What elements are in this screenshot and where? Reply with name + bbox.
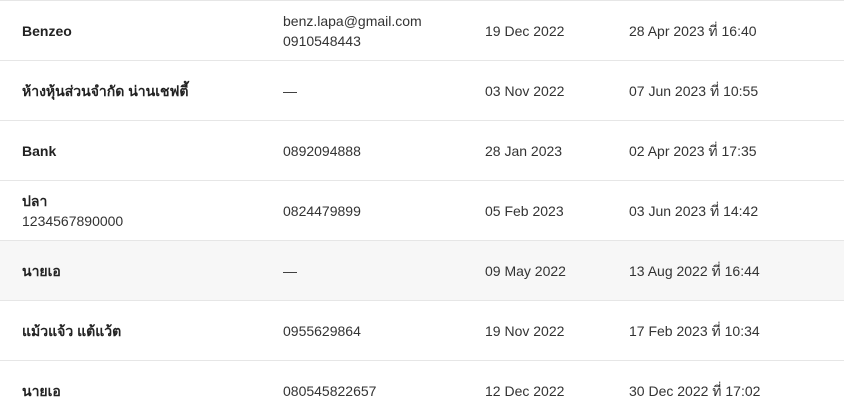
last-activity-cell: 17 Feb 2023 ที่ 10:34	[629, 301, 829, 360]
table-row[interactable]: Benzeo benz.lapa@gmail.com 0910548443 19…	[0, 1, 844, 61]
customer-name: ห้างหุ้นส่วนจำกัด น่านเชฟตี้	[22, 82, 189, 99]
name-cell: Benzeo	[22, 1, 272, 60]
contact-value: —	[283, 262, 297, 279]
name-cell: แม้วแจ้ว แต้แว้ต	[22, 301, 272, 360]
last-activity-cell: 07 Jun 2023 ที่ 10:55	[629, 61, 829, 120]
created-date: 19 Nov 2022	[485, 322, 565, 339]
created-date: 05 Feb 2023	[485, 202, 564, 219]
contact-cell: benz.lapa@gmail.com 0910548443	[283, 1, 473, 60]
customer-name: Benzeo	[22, 22, 72, 39]
created-date-cell: 09 May 2022	[485, 241, 615, 300]
last-activity-cell: 03 Jun 2023 ที่ 14:42	[629, 181, 829, 240]
contact-phone: 0955629864	[283, 322, 361, 339]
name-cell: นายเอ	[22, 361, 272, 420]
name-cell: ปลา 1234567890000	[22, 181, 272, 240]
contact-cell: —	[283, 61, 473, 120]
contact-phone: 080545822657	[283, 382, 377, 399]
last-activity: 03 Jun 2023 ที่ 14:42	[629, 202, 759, 219]
customer-name: แม้วแจ้ว แต้แว้ต	[22, 322, 122, 339]
contact-phone: 0910548443	[283, 32, 361, 49]
last-activity: 30 Dec 2022 ที่ 17:02	[629, 382, 761, 399]
created-date: 03 Nov 2022	[485, 82, 565, 99]
last-activity-cell: 28 Apr 2023 ที่ 16:40	[629, 1, 829, 60]
table-row[interactable]: ปลา 1234567890000 0824479899 05 Feb 2023…	[0, 181, 844, 241]
table-row[interactable]: Bank 0892094888 28 Jan 2023 02 Apr 2023 …	[0, 121, 844, 181]
created-date-cell: 19 Dec 2022	[485, 1, 615, 60]
contact-cell: 080545822657	[283, 361, 473, 420]
contact-cell: —	[283, 241, 473, 300]
contact-cell: 0892094888	[283, 121, 473, 180]
contact-value: —	[283, 82, 297, 99]
created-date-cell: 19 Nov 2022	[485, 301, 615, 360]
table-row[interactable]: แม้วแจ้ว แต้แว้ต 0955629864 19 Nov 2022 …	[0, 301, 844, 361]
last-activity-cell: 02 Apr 2023 ที่ 17:35	[629, 121, 829, 180]
last-activity: 28 Apr 2023 ที่ 16:40	[629, 22, 757, 39]
created-date: 28 Jan 2023	[485, 142, 563, 159]
customer-name: นายเอ	[22, 262, 61, 279]
customer-table: Benzeo benz.lapa@gmail.com 0910548443 19…	[0, 0, 844, 420]
contact-cell: 0824479899	[283, 181, 473, 240]
created-date-cell: 28 Jan 2023	[485, 121, 615, 180]
contact-email: benz.lapa@gmail.com	[283, 12, 422, 29]
name-cell: Bank	[22, 121, 272, 180]
name-cell: ห้างหุ้นส่วนจำกัด น่านเชฟตี้	[22, 61, 272, 120]
created-date: 12 Dec 2022	[485, 382, 565, 399]
last-activity: 17 Feb 2023 ที่ 10:34	[629, 322, 760, 339]
created-date-cell: 12 Dec 2022	[485, 361, 615, 420]
contact-phone: 0892094888	[283, 142, 361, 159]
table-row-hovered[interactable]: นายเอ — 09 May 2022 13 Aug 2022 ที่ 16:4…	[0, 241, 844, 301]
contact-phone: 0824479899	[283, 202, 361, 219]
table-row[interactable]: ห้างหุ้นส่วนจำกัด น่านเชฟตี้ — 03 Nov 20…	[0, 61, 844, 121]
created-date-cell: 05 Feb 2023	[485, 181, 615, 240]
last-activity-cell: 13 Aug 2022 ที่ 16:44	[629, 241, 829, 300]
last-activity: 07 Jun 2023 ที่ 10:55	[629, 82, 759, 99]
created-date-cell: 03 Nov 2022	[485, 61, 615, 120]
customer-tax-id: 1234567890000	[22, 212, 124, 229]
customer-name: ปลา	[22, 192, 48, 209]
contact-cell: 0955629864	[283, 301, 473, 360]
customer-name: นายเอ	[22, 382, 61, 399]
name-cell: นายเอ	[22, 241, 272, 300]
created-date: 09 May 2022	[485, 262, 566, 279]
last-activity: 02 Apr 2023 ที่ 17:35	[629, 142, 757, 159]
last-activity-cell: 30 Dec 2022 ที่ 17:02	[629, 361, 829, 420]
last-activity: 13 Aug 2022 ที่ 16:44	[629, 262, 760, 279]
customer-name: Bank	[22, 142, 57, 159]
created-date: 19 Dec 2022	[485, 22, 565, 39]
table-row[interactable]: นายเอ 080545822657 12 Dec 2022 30 Dec 20…	[0, 361, 844, 420]
